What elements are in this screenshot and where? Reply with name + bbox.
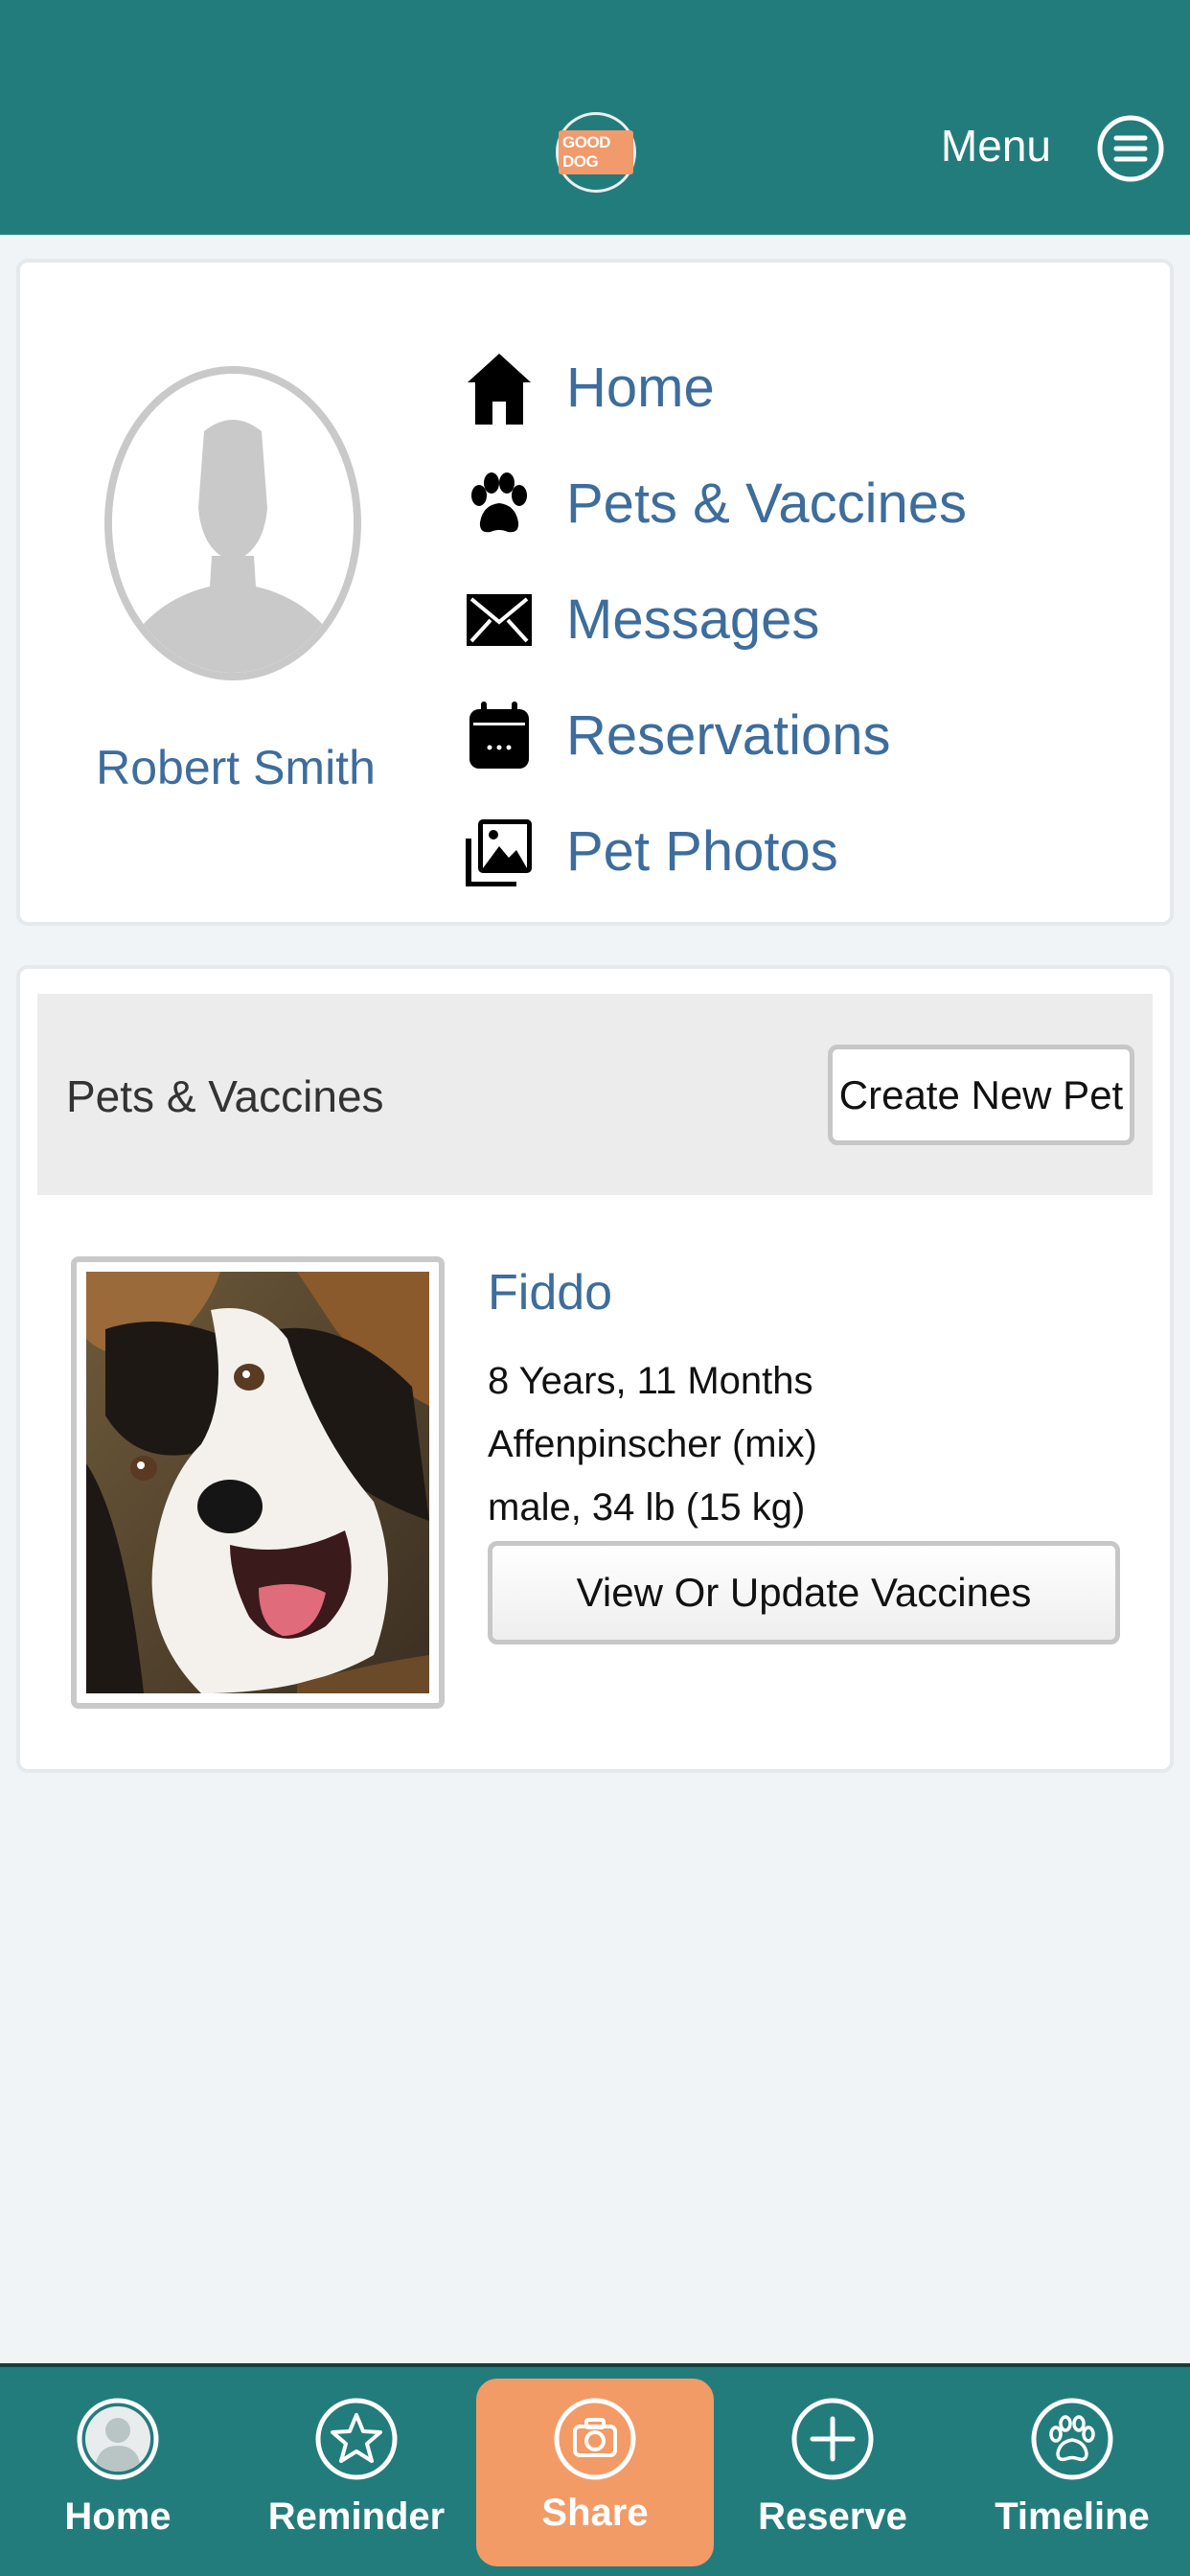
pets-card: Pets & Vaccines Create New Pet Fiddo 8 Y… <box>16 965 1174 1773</box>
camera-icon <box>554 2398 636 2480</box>
tab-label: Reminder <box>267 2496 446 2538</box>
view-update-vaccines-button[interactable]: View Or Update Vaccines <box>488 1541 1120 1644</box>
nav-item-messages[interactable]: Messages <box>461 562 967 678</box>
nav-label: Home <box>566 356 715 419</box>
tab-reserve[interactable]: Reserve <box>718 2367 948 2576</box>
profile-name: Robert Smith <box>96 741 376 794</box>
menu-button[interactable] <box>1096 107 1165 190</box>
home-icon <box>461 350 538 426</box>
pet-age: 8 Years, 11 Months <box>488 1360 813 1402</box>
profile-card: Robert Smith Home Pets & Vaccines Messag… <box>16 259 1174 926</box>
tab-label: Timeline <box>995 2496 1150 2538</box>
nav-item-home[interactable]: Home <box>461 330 967 446</box>
app-header: GOOD DOG Menu <box>0 0 1190 235</box>
pet-sex-weight: male, 34 lb (15 kg) <box>488 1486 806 1529</box>
pet-breed: Affenpinscher (mix) <box>488 1423 817 1465</box>
section-title: Pets & Vaccines <box>66 1071 384 1121</box>
tab-label: Home <box>64 2496 172 2538</box>
nav-label: Reservations <box>566 704 891 767</box>
nav-item-pets-vaccines[interactable]: Pets & Vaccines <box>461 446 967 562</box>
nav-label: Pets & Vaccines <box>566 472 968 535</box>
tab-reminder[interactable]: Reminder <box>241 2367 471 2576</box>
good-dog-logo[interactable]: GOOD DOG <box>556 112 636 193</box>
person-silhouette-icon <box>112 374 354 673</box>
tab-label: Reserve <box>758 2496 907 2538</box>
tab-home[interactable]: Home <box>3 2367 233 2576</box>
pet-photo[interactable] <box>71 1256 445 1709</box>
nav-item-reservations[interactable]: Reservations <box>461 678 967 794</box>
pets-section-header: Pets & Vaccines Create New Pet <box>37 994 1153 1195</box>
nav-label: Messages <box>566 588 820 651</box>
bottom-tab-bar: Home Reminder Share Reserve Timeline <box>0 2363 1190 2576</box>
paw-icon <box>461 466 538 542</box>
logo-text: GOOD DOG <box>559 130 633 174</box>
tab-timeline[interactable]: Timeline <box>957 2367 1187 2576</box>
nav-item-pet-photos[interactable]: Pet Photos <box>461 794 967 909</box>
paw-circle-icon <box>1031 2398 1113 2480</box>
hamburger-icon <box>1097 115 1164 182</box>
avatar[interactable] <box>104 366 361 680</box>
plus-circle-icon <box>791 2398 874 2480</box>
tab-share[interactable]: Share <box>476 2379 714 2566</box>
create-new-pet-button[interactable]: Create New Pet <box>828 1045 1134 1145</box>
profile-nav: Home Pets & Vaccines Messages Reservatio… <box>461 330 967 909</box>
calendar-icon <box>461 698 538 774</box>
nav-label: Pet Photos <box>566 820 838 883</box>
photos-icon <box>461 814 538 890</box>
envelope-icon <box>461 582 538 658</box>
dog-photo <box>86 1272 429 1693</box>
tab-label: Share <box>541 2492 649 2534</box>
person-circle-icon <box>77 2398 159 2480</box>
pet-name[interactable]: Fiddo <box>488 1264 612 1322</box>
star-icon <box>315 2398 398 2480</box>
menu-label[interactable]: Menu <box>941 120 1051 172</box>
